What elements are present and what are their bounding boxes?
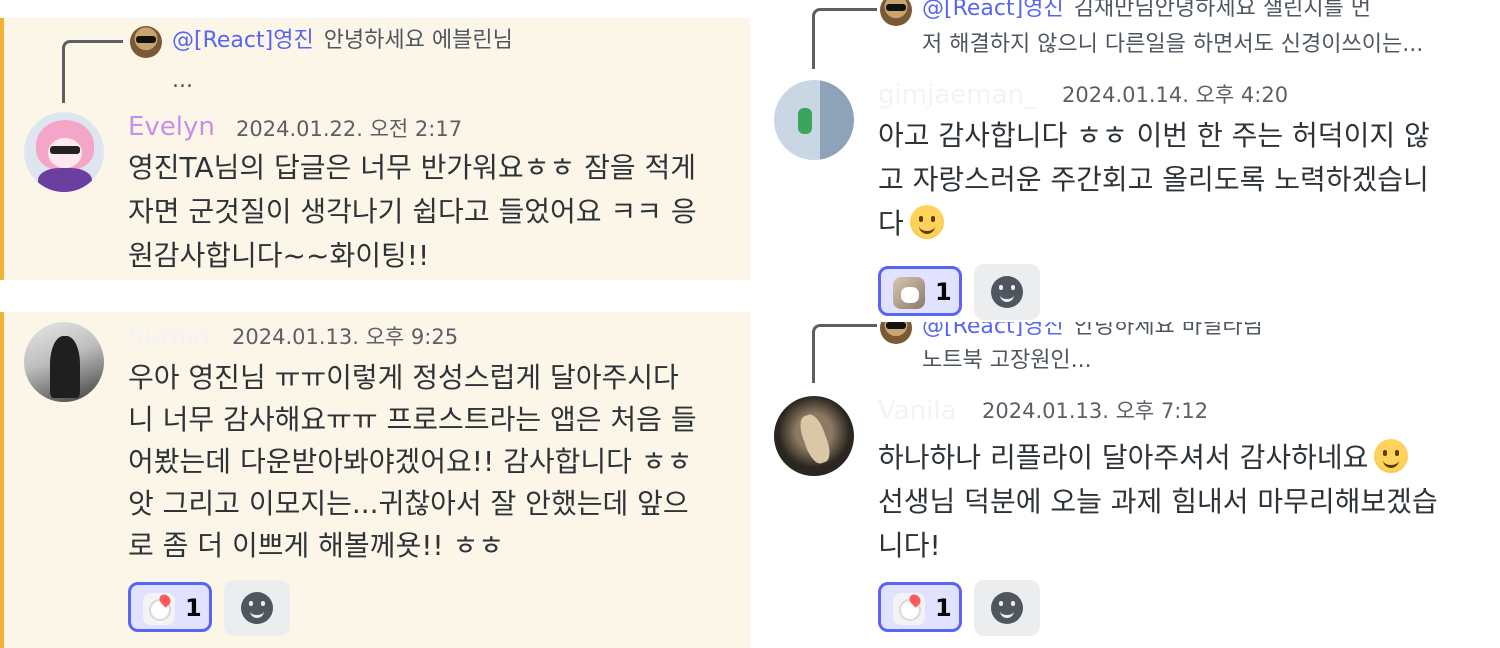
message-line: 니 너무 감사해요ㅠㅠ 프로스트라는 앱은 처음 들 [128, 403, 697, 436]
reply-mention[interactable]: @[React]영진 [172, 28, 314, 53]
avatar[interactable] [24, 322, 104, 402]
reply-mention[interactable]: @[React]영진 [922, 322, 1064, 339]
message-panel-sumin: Sumin 2024.01.13. 오후 9:25 우아 영진님 ㅠㅠ이렇게 정… [0, 312, 750, 648]
username[interactable]: Vanila [878, 396, 957, 426]
reply-connector [812, 8, 877, 69]
reaction-count: 1 [935, 278, 952, 306]
reaction-button[interactable]: 1 [878, 266, 962, 316]
message-line: 다 [878, 202, 944, 246]
message-line: 어봤는데 다운받아봐야겠어요!! 감사합니다 ㅎㅎ [128, 445, 693, 478]
avatar[interactable] [774, 396, 854, 476]
reply-preview[interactable]: @[React]영진 안녕하세요 바닐라님 [922, 322, 1263, 342]
reply-connector [62, 40, 123, 103]
message-panel-gimjaeman: @[React]영진 김재만님안녕하세요 챌린지를 먼 저 해결하지 않으니 다른… [754, 0, 1500, 322]
message-line: 고 자랑스러운 주간회고 올리도록 노력하겠습니 [878, 163, 1429, 196]
message-line: 영진TA님의 답글은 너무 반가워요ㅎㅎ 잠을 적게 [128, 151, 697, 184]
reaction-button[interactable]: 1 [878, 582, 962, 632]
timestamp: 2024.01.13. 오후 7:12 [982, 399, 1209, 423]
message-line: 원감사합니다~~화이팅!! [128, 239, 430, 272]
timestamp: 2024.01.13. 오후 9:25 [232, 325, 459, 349]
slightly-smiling-face-icon [1374, 439, 1409, 473]
reply-author-avatar[interactable] [880, 322, 912, 344]
reaction-button[interactable]: 1 [128, 582, 212, 632]
message-line: 자면 군것질이 생각나기 쉽다고 들었어요 ㅋㅋ 응 [128, 195, 697, 228]
add-reaction-button[interactable] [974, 264, 1040, 320]
cat-photo-emoji-icon [893, 277, 925, 309]
reply-preview[interactable]: @[React]영진 안녕하세요 에블린님 [172, 26, 513, 56]
mention-highlight-stripe [0, 18, 4, 280]
message-panel-vanila: @[React]영진 안녕하세요 바닐라님 노트북 고장원인... Vanila … [754, 322, 1500, 648]
message-line: 니다! [878, 529, 941, 562]
reply-preview-continuation: 저 해결하지 않으니 다른일을 하면서도 신경이쓰이는... [922, 32, 1424, 57]
reaction-count: 1 [935, 594, 952, 622]
add-reaction-button[interactable] [974, 580, 1040, 636]
reply-preview[interactable]: @[React]영진 김재만님안녕하세요 챌린지를 먼 [922, 0, 1371, 24]
smiley-face-icon [991, 592, 1023, 624]
message-panel-evelyn: @[React]영진 안녕하세요 에블린님 ... Evelyn 2024.01.… [0, 18, 750, 280]
reply-preview-continuation: 노트북 고장원인... [922, 348, 1092, 373]
smiley-face-icon [241, 592, 273, 624]
reply-preview-text: 김재만님안녕하세요 챌린지를 먼 [1073, 0, 1372, 21]
message-line: 로 좀 더 이쁘게 해볼께욧!! ㅎㅎ [128, 529, 505, 562]
cat-heart-emoji-icon [143, 593, 175, 625]
timestamp: 2024.01.14. 오후 4:20 [1062, 83, 1289, 107]
message-line: 앗 그리고 이모지는...귀찮아서 잘 안했는데 앞으 [128, 487, 689, 520]
reply-preview-text: 안녕하세요 에블린님 [323, 28, 513, 53]
reply-connector [812, 324, 877, 383]
username[interactable]: gimjaeman_ [878, 80, 1037, 110]
username[interactable]: Evelyn [128, 112, 215, 142]
reply-author-avatar[interactable] [880, 0, 912, 26]
reaction-count: 1 [185, 594, 202, 622]
smiley-face-icon [991, 276, 1023, 308]
message-line-text: 하나하나 리플라이 달아주셔서 감사하네요 [878, 441, 1369, 474]
reply-mention[interactable]: @[React]영진 [922, 0, 1064, 21]
reply-preview-continuation: ... [172, 68, 193, 93]
cat-heart-emoji-icon [893, 593, 925, 625]
slightly-smiling-face-icon [909, 205, 944, 239]
reply-preview-text: 안녕하세요 바닐라님 [1073, 322, 1263, 339]
avatar[interactable] [24, 112, 104, 192]
timestamp: 2024.01.22. 오전 2:17 [236, 117, 463, 141]
message-line: 우아 영진님 ㅠㅠ이렇게 정성스럽게 달아주시다 [128, 361, 679, 394]
mention-highlight-stripe [0, 312, 4, 648]
message-line-text: 다 [878, 207, 904, 240]
reply-author-avatar[interactable] [130, 26, 162, 58]
message-line: 하나하나 리플라이 달아주셔서 감사하네요 [878, 436, 1409, 480]
message-line: 선생님 덕분에 오늘 과제 힘내서 마무리해보겠습 [878, 485, 1438, 518]
avatar[interactable] [774, 80, 854, 160]
message-line: 아고 감사합니다 ㅎㅎ 이번 한 주는 허덕이지 않 [878, 119, 1430, 152]
add-reaction-button[interactable] [224, 580, 290, 636]
username[interactable]: Sumin [128, 322, 210, 352]
